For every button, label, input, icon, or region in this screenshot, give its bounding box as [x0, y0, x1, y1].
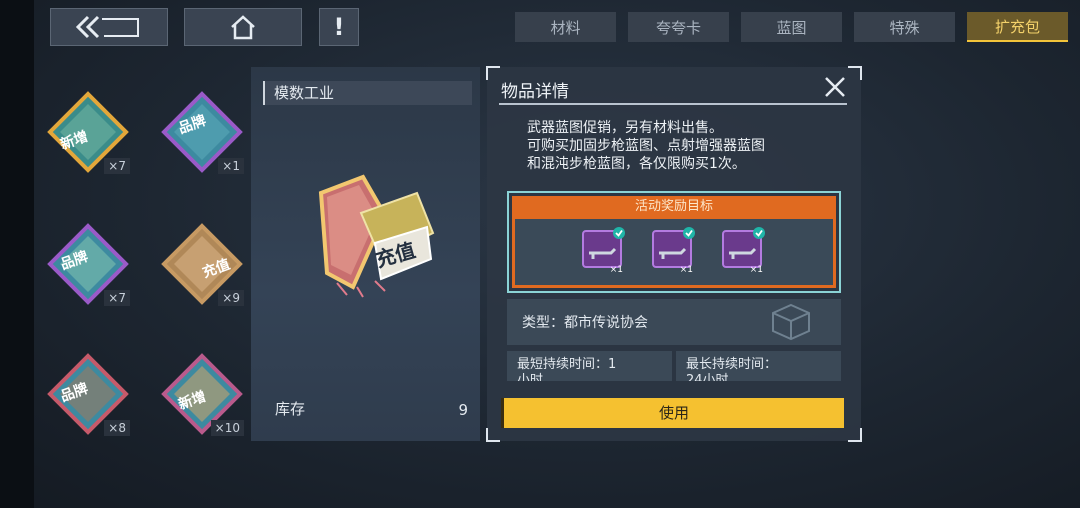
- frame-corner: [848, 428, 862, 442]
- min-duration: 最短持续时间：1 小时: [507, 351, 672, 381]
- reward-count: ×1: [749, 265, 763, 275]
- alert-icon: !: [333, 13, 345, 41]
- frame-corner: [486, 66, 500, 80]
- details-panel: 物品详情 武器蓝图促销，另有材料出售。 可购买加固步枪蓝图、点射增强器蓝图 和混…: [486, 66, 862, 442]
- reward-count: ×1: [679, 265, 693, 275]
- category-tabs: 材料 夸夸卡 蓝图 特殊 扩充包: [503, 12, 1068, 42]
- title-divider: [499, 103, 847, 105]
- reward-count: ×1: [609, 265, 623, 275]
- alert-button[interactable]: !: [319, 8, 359, 46]
- item-count: ×10: [210, 420, 244, 436]
- item-count: ×7: [104, 158, 130, 174]
- item-count: ×7: [104, 290, 130, 306]
- tab-special[interactable]: 特殊: [854, 12, 955, 42]
- inventory-item[interactable]: 新增 ×7: [46, 90, 130, 174]
- reward-box: 活动奖励目标 ×1 ×1 ×1: [507, 191, 841, 293]
- item-name: 模数工业: [263, 81, 472, 105]
- reward-inner: 活动奖励目标 ×1 ×1 ×1: [512, 196, 836, 288]
- item-type: 类型：都市传说协会: [522, 315, 648, 331]
- item-description: 武器蓝图促销，另有材料出售。 可购买加固步枪蓝图、点射增强器蓝图 和混沌步枪蓝图…: [527, 120, 765, 172]
- home-button[interactable]: [184, 8, 302, 46]
- back-button[interactable]: [50, 8, 168, 46]
- tab-praise-card[interactable]: 夸夸卡: [628, 12, 729, 42]
- close-button[interactable]: [823, 75, 847, 99]
- close-icon: [825, 77, 845, 97]
- stock-value: 9: [458, 401, 468, 419]
- tab-expansion-pack[interactable]: 扩充包: [967, 12, 1068, 42]
- panel-title: 物品详情: [501, 82, 569, 102]
- item-card: 模数工业 充值 库存 9: [251, 67, 480, 441]
- frame-corner: [848, 66, 862, 80]
- type-row: 类型：都市传说协会: [507, 299, 841, 345]
- frame-corner: [486, 428, 500, 442]
- inventory-item[interactable]: 充值 ×9: [160, 222, 244, 306]
- tab-materials[interactable]: 材料: [515, 12, 616, 42]
- item-count: ×1: [218, 158, 244, 174]
- reward-item[interactable]: ×1: [581, 227, 625, 275]
- inventory-item[interactable]: 品牌 ×1: [160, 90, 244, 174]
- max-duration: 最长持续时间： 24小时: [676, 351, 841, 381]
- inventory-item[interactable]: 新增 ×10: [160, 352, 244, 436]
- use-button[interactable]: 使用: [501, 398, 844, 428]
- reward-title: 活动奖励目标: [634, 199, 713, 214]
- reward-item[interactable]: ×1: [651, 227, 695, 275]
- left-edge: [0, 0, 34, 508]
- inventory-item[interactable]: 品牌 ×7: [46, 222, 130, 306]
- inventory-item[interactable]: 品牌 ×8: [46, 352, 130, 436]
- box-icon: [772, 303, 810, 341]
- item-count: ×9: [218, 290, 244, 306]
- stock-label: 库存: [275, 400, 306, 418]
- reward-items: ×1 ×1 ×1: [515, 219, 833, 285]
- home-icon: [231, 15, 255, 40]
- tab-blueprint[interactable]: 蓝图: [741, 12, 842, 42]
- back-arrow-icon: [75, 15, 139, 39]
- recharge-pack-icon: [318, 174, 435, 298]
- item-count: ×8: [104, 420, 130, 436]
- reward-item[interactable]: ×1: [721, 227, 765, 275]
